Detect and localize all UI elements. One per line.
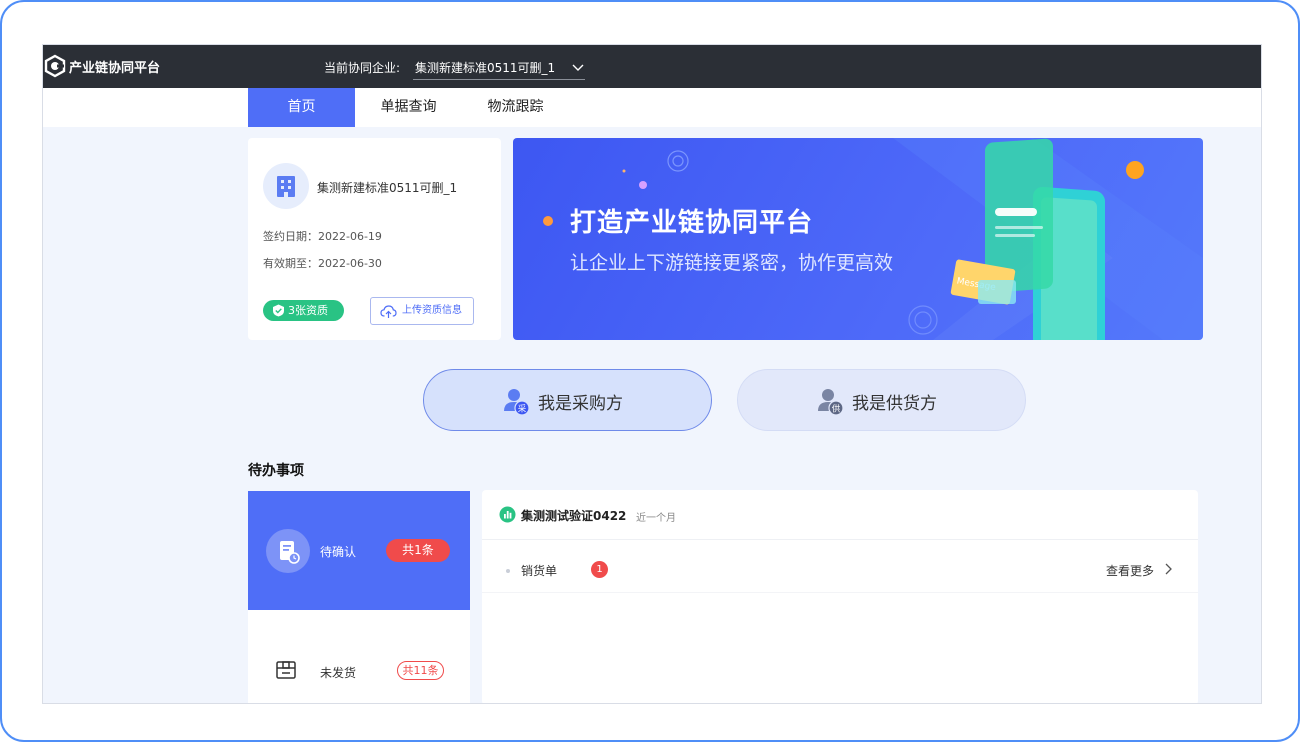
verified-icon [273, 304, 284, 317]
todo-panel: 集测测试验证0422 近一个月 销货单 1 查看更多 [482, 490, 1198, 703]
upload-certificate-button[interactable]: 上传资质信息 [370, 297, 474, 325]
promo-banner: Message 打造产业链协同平台 让企业上下游链接更紧密，协作更高效 [513, 138, 1203, 340]
pending-confirm-label: 待确认 [320, 545, 357, 559]
enterprise-label: 当前协同企业: [324, 61, 401, 75]
unshipped-label: 未发货 [320, 666, 357, 680]
tab-logistics-tracking[interactable]: 物流跟踪 [462, 88, 569, 127]
todo-item-pending-confirm[interactable]: 待确认 共1条 [248, 491, 470, 610]
pending-confirm-badge: 共1条 [386, 539, 450, 562]
sign-date: 签约日期：2022-06-19 [263, 230, 382, 243]
certificate-badge-label: 3张资质 [288, 304, 328, 317]
package-icon [276, 661, 296, 679]
sales-order-label: 销货单 [521, 564, 558, 578]
building-icon [277, 176, 295, 197]
bar-chart-icon [499, 506, 516, 523]
enterprise-value: 集测新建标准0511可删_1 [415, 61, 556, 75]
supplier-user-icon: 供 [818, 389, 843, 415]
enterprise-select[interactable]: 集测新建标准0511可删_1 [413, 54, 585, 80]
certificate-badge[interactable]: 3张资质 [263, 300, 344, 321]
buyer-role-label: 我是采购方 [538, 394, 623, 414]
company-avatar [263, 163, 309, 209]
company-name: 集测新建标准0511可删_1 [317, 181, 458, 195]
banner-title: 打造产业链协同平台 [570, 208, 814, 238]
banner-illustration: Message [543, 138, 1203, 340]
todo-title: 待办事项 [248, 463, 304, 479]
banner-subtitle: 让企业上下游链接更紧密，协作更高效 [570, 252, 894, 274]
tab-document-query[interactable]: 单据查询 [355, 88, 462, 127]
panel-period: 近一个月 [636, 513, 676, 524]
company-card: 集测新建标准0511可删_1 签约日期：2022-06-19 有效期至：2022… [248, 138, 501, 340]
chevron-right-icon[interactable] [1162, 562, 1174, 576]
top-bar: 产业链协同平台 当前协同企业: 集测新建标准0511可删_1 [43, 45, 1261, 88]
valid-date: 有效期至：2022-06-30 [263, 257, 382, 270]
unshipped-badge: 共11条 [397, 661, 444, 680]
cloud-upload-icon [380, 305, 397, 318]
platform-logo-icon [44, 54, 66, 78]
sales-order-count-badge: 1 [591, 561, 608, 578]
buyer-icon-text: 采 [518, 403, 527, 414]
tab-home[interactable]: 首页 [248, 88, 355, 127]
supplier-role-label: 我是供货方 [852, 394, 937, 414]
app-container: 产业链协同平台 当前协同企业: 集测新建标准0511可删_1 首页 单据查询 物… [42, 44, 1262, 704]
pending-doc-icon-wrap [266, 529, 310, 573]
chevron-down-icon [572, 64, 584, 71]
view-more-link[interactable]: 查看更多 [1106, 562, 1154, 579]
buyer-user-icon: 采 [504, 389, 529, 415]
upload-certificate-label: 上传资质信息 [402, 305, 462, 316]
panel-company-name: 集测测试验证0422 [521, 509, 627, 523]
list-item: 销货单 1 查看更多 [482, 541, 1198, 593]
panel-header: 集测测试验证0422 近一个月 [482, 490, 1198, 540]
app-title: 产业链协同平台 [69, 61, 161, 76]
buyer-role-button[interactable]: 采 我是采购方 [423, 369, 712, 431]
todo-item-unshipped[interactable]: 未发货 共11条 [248, 610, 470, 703]
window-frame: 产业链协同平台 当前协同企业: 集测新建标准0511可删_1 首页 单据查询 物… [0, 0, 1300, 742]
todo-menu: 待确认 共1条 未发货 共11条 [248, 491, 470, 703]
main-nav: 首页 单据查询 物流跟踪 [43, 88, 1261, 127]
supplier-icon-text: 供 [832, 403, 841, 414]
supplier-role-button[interactable]: 供 我是供货方 [737, 369, 1026, 431]
document-clock-icon [280, 541, 300, 564]
row-bullet [506, 569, 510, 573]
